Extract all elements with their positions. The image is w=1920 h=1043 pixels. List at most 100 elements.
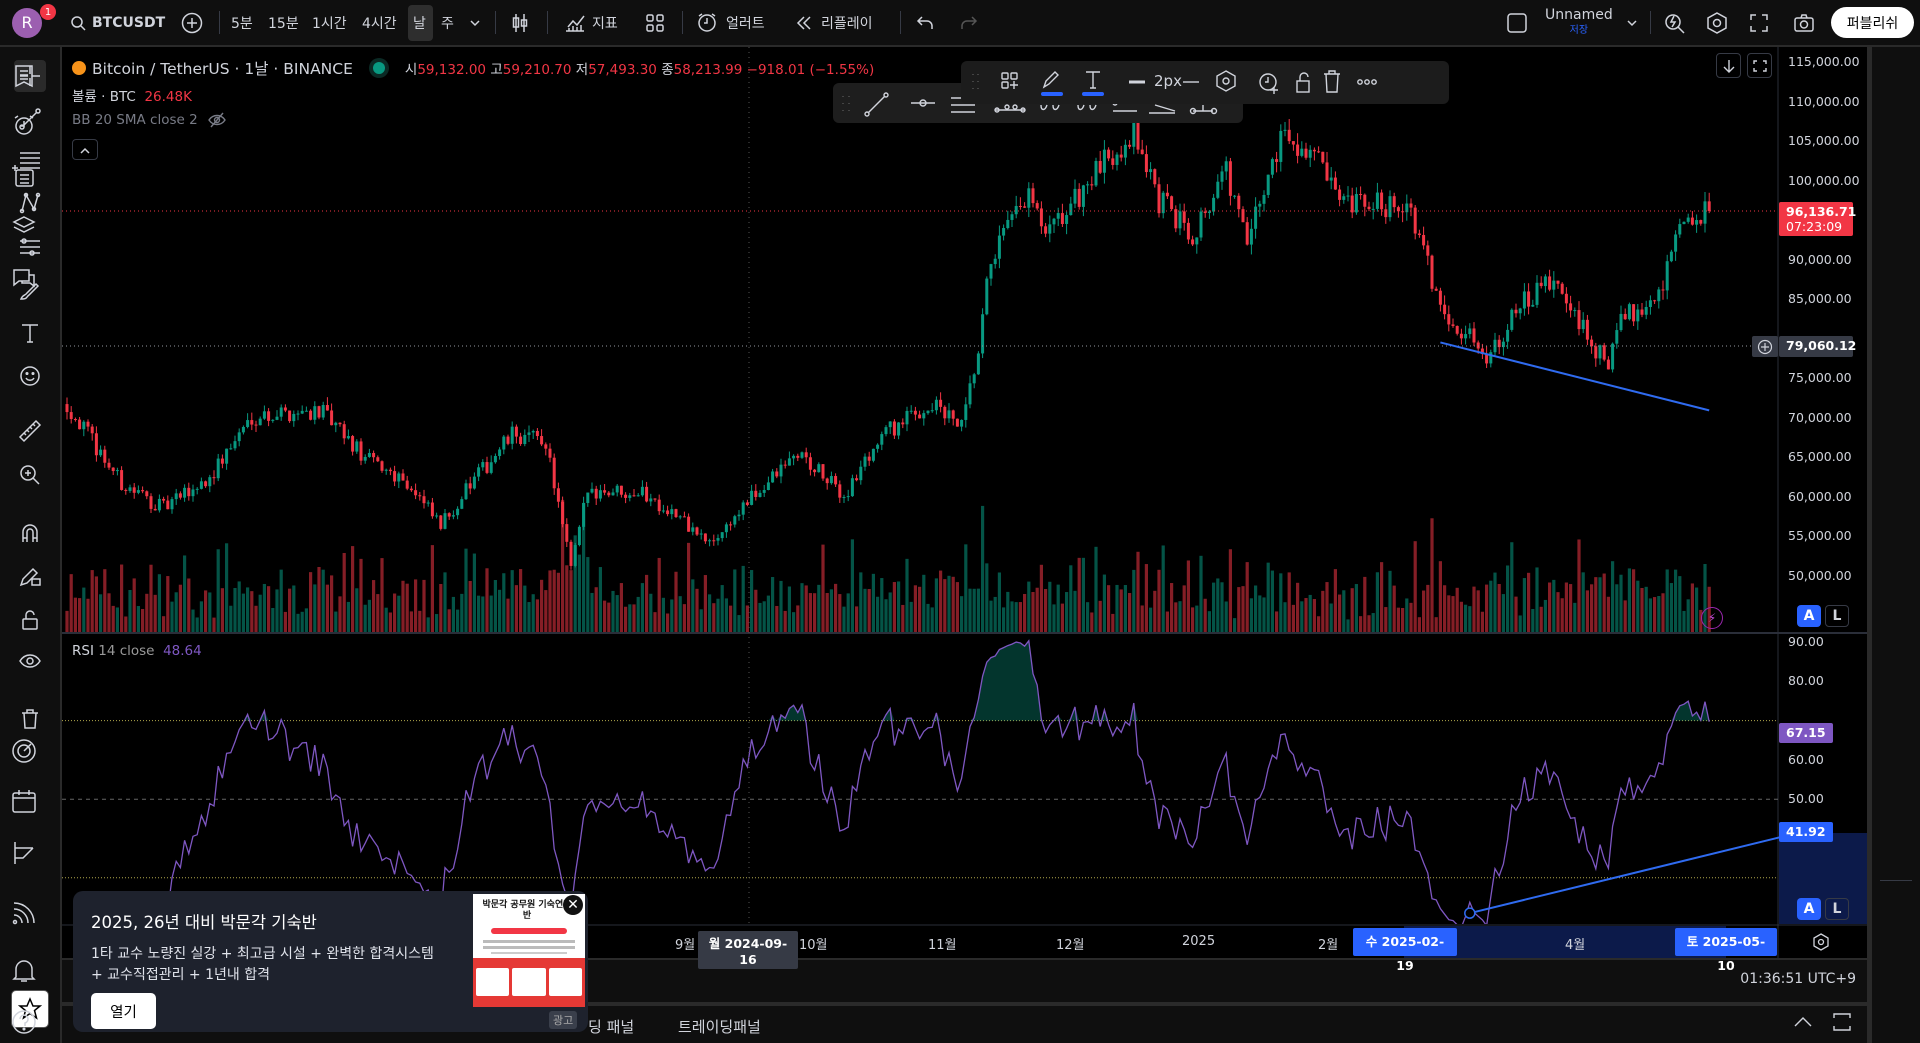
candle-body xyxy=(1300,148,1304,156)
volume-bar xyxy=(1010,601,1014,632)
path-icon[interactable] xyxy=(994,104,1026,113)
chart-canvas[interactable] xyxy=(0,0,1920,1043)
line-color-icon[interactable] xyxy=(1042,71,1059,89)
tab-trading-panel[interactable]: 트레이딩패널 xyxy=(678,1016,761,1037)
bb-legend[interactable]: BB 20 SMA close 2 xyxy=(72,112,226,128)
volume-bar xyxy=(1317,616,1321,632)
volume-bar xyxy=(1077,557,1081,632)
template-icon[interactable] xyxy=(1001,72,1018,89)
volume-bar xyxy=(724,598,728,632)
text-color-icon[interactable] xyxy=(1086,71,1100,89)
eye-off-icon[interactable] xyxy=(207,112,226,128)
horizontal-ray-icon[interactable] xyxy=(911,99,935,107)
volume-bar xyxy=(1648,598,1652,632)
volume-legend[interactable]: 볼륨 · BTC 26.48K xyxy=(72,85,192,105)
rsi-log-scale-button[interactable]: L xyxy=(1825,898,1849,920)
rsi-auto-scale-button[interactable]: A xyxy=(1797,898,1821,920)
candle-body xyxy=(611,492,615,496)
candle-body xyxy=(1287,129,1291,142)
volume-bar xyxy=(170,601,174,632)
rsi-legend[interactable]: RSI 14 close 48.64 xyxy=(72,643,202,659)
time-axis-settings-button[interactable] xyxy=(1812,933,1830,955)
trash-icon[interactable] xyxy=(1324,70,1340,93)
chart-legend[interactable]: Bitcoin / TetherUS · 1날 · BINANCE 시59,13… xyxy=(72,57,874,79)
candle-body xyxy=(271,419,275,421)
more-icon[interactable] xyxy=(1357,79,1377,85)
candle-body xyxy=(1552,280,1556,290)
volume-bar xyxy=(1627,568,1631,632)
volume-bar xyxy=(1422,590,1426,632)
auto-scale-button[interactable]: A xyxy=(1797,605,1821,627)
volume-bar xyxy=(120,564,124,632)
curve-icon[interactable] xyxy=(1040,104,1060,111)
volume-bar xyxy=(540,579,544,632)
arc-icon[interactable] xyxy=(1077,104,1097,111)
candle-body xyxy=(926,410,930,414)
trendline-icon[interactable] xyxy=(864,92,889,117)
maximize-panel-button[interactable] xyxy=(1832,1012,1852,1036)
candle-body xyxy=(968,383,972,405)
trendline-handle[interactable] xyxy=(1464,907,1476,919)
settings-icon[interactable] xyxy=(1216,70,1236,92)
symbol-title[interactable]: Bitcoin / TetherUS · 1날 · BINANCE xyxy=(92,57,353,79)
clock[interactable]: 01:36:51 UTC+9 xyxy=(1740,971,1856,987)
volume-bar xyxy=(607,602,611,632)
candle-body xyxy=(1006,219,1010,228)
ad-close-button[interactable]: ✕ xyxy=(563,895,583,915)
lightning-icon[interactable]: ⚡ xyxy=(1701,607,1723,629)
candle-body xyxy=(1434,288,1438,291)
plus-circle-icon xyxy=(1757,339,1773,354)
price-tick-label: 105,000.00 xyxy=(1788,133,1860,148)
candle-body xyxy=(1321,151,1325,163)
candle-body xyxy=(258,418,262,426)
collapse-legend-button[interactable] xyxy=(72,139,98,160)
candle-body xyxy=(1174,209,1178,229)
candle-body xyxy=(1581,319,1585,330)
volume-bar xyxy=(1590,584,1594,632)
volume-bar xyxy=(1569,584,1573,632)
volume-bar xyxy=(565,565,569,632)
candle-body xyxy=(955,418,959,427)
scroll-to-latest-button[interactable] xyxy=(1716,53,1741,78)
candle-body xyxy=(653,498,657,500)
candle-body xyxy=(1342,196,1346,200)
candle-body xyxy=(1186,222,1190,240)
maximize-pane-button[interactable] xyxy=(1747,53,1772,78)
candle-body xyxy=(825,478,829,484)
log-scale-button[interactable]: L xyxy=(1825,605,1849,627)
volume-bar xyxy=(1548,582,1552,632)
volume-bar xyxy=(947,575,951,632)
candle-body xyxy=(796,455,800,458)
candle-body xyxy=(527,432,531,435)
candle-body xyxy=(1363,194,1367,207)
candle-body xyxy=(733,516,737,525)
candle-body xyxy=(1543,276,1547,287)
bb-label: BB 20 SMA close 2 xyxy=(72,112,198,128)
candle-body xyxy=(73,419,77,421)
ad-popup[interactable]: 2025, 26년 대비 박문각 기숙반 1타 교수 노량진 실강 + 최고급 … xyxy=(73,891,588,1032)
candle-body xyxy=(376,457,380,462)
volume-bar xyxy=(1640,588,1644,632)
candle-body xyxy=(964,404,968,420)
add-price-button[interactable] xyxy=(1752,336,1778,357)
line-width-label[interactable]: 2px xyxy=(1154,72,1182,90)
candle-body xyxy=(1535,282,1539,305)
add-alert-icon[interactable] xyxy=(1259,73,1278,94)
price-tick-label: 110,000.00 xyxy=(1788,93,1860,109)
ray-icon[interactable] xyxy=(1149,104,1176,114)
candle-body xyxy=(1052,218,1056,225)
volume-bar xyxy=(1497,584,1501,632)
unlock-icon[interactable] xyxy=(1296,72,1310,93)
candle-body xyxy=(288,410,292,422)
candle-body xyxy=(552,457,556,489)
segment-icon[interactable] xyxy=(1189,105,1218,115)
drag-handle-icon[interactable] xyxy=(842,96,850,111)
change-value: −918.01 (−1.55%) xyxy=(746,62,875,78)
tab-panel[interactable]: 딩 패널 xyxy=(588,1016,634,1037)
ad-open-button[interactable]: 열기 xyxy=(91,993,156,1029)
drag-handle-icon[interactable] xyxy=(972,74,979,89)
volume-bar xyxy=(1144,564,1148,632)
expand-panel-button[interactable] xyxy=(1793,1014,1813,1033)
volume-bar xyxy=(960,596,964,632)
candle-body xyxy=(1531,304,1535,307)
